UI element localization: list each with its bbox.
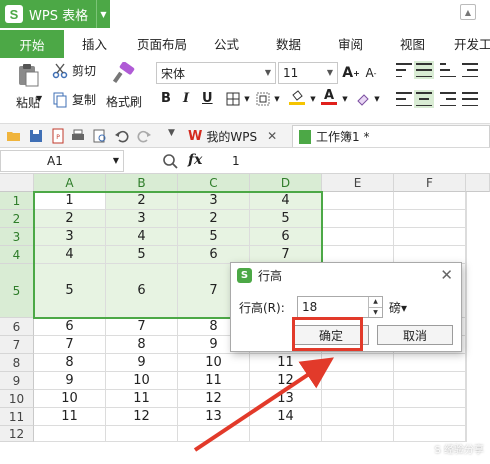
annotation-arrow xyxy=(193,357,334,452)
watermark: S 经验分享 xyxy=(434,445,484,456)
